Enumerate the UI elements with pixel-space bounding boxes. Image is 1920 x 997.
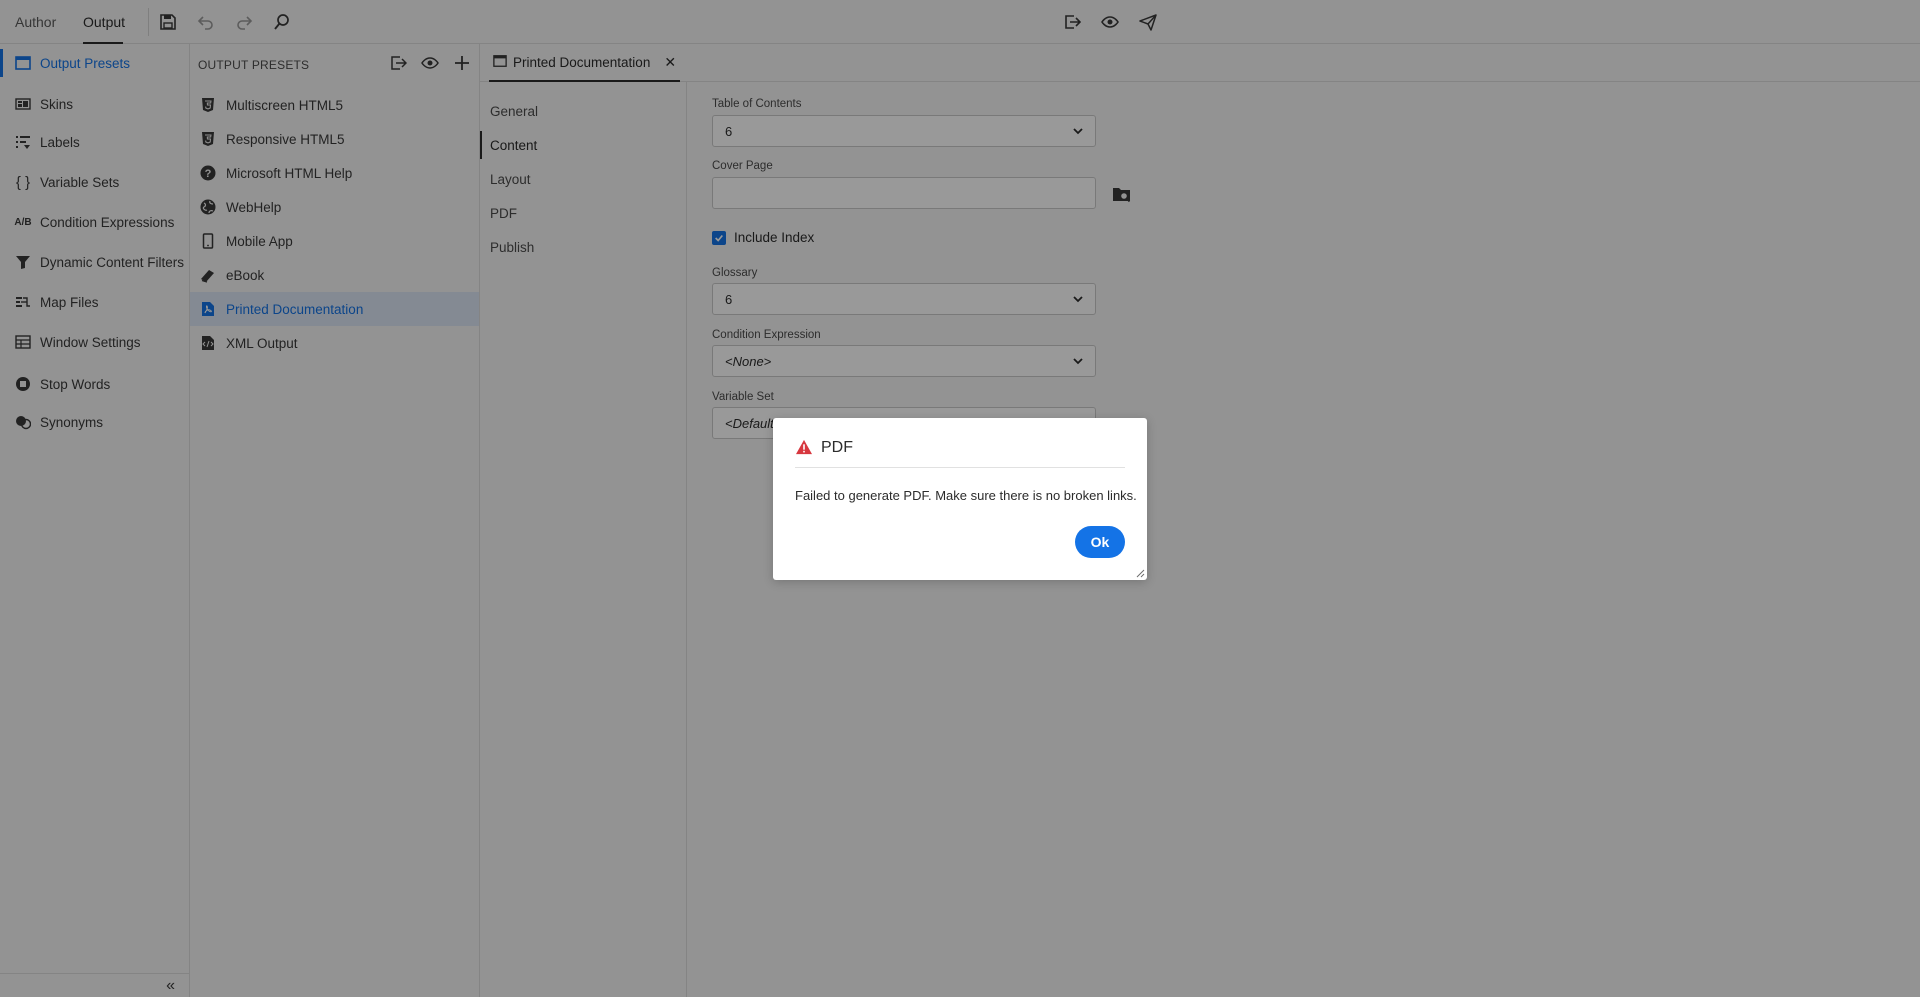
dialog-header: PDF (795, 438, 1125, 468)
dialog-title: PDF (821, 439, 853, 456)
warning-icon (796, 439, 812, 455)
dialog-message: Failed to generate PDF. Make sure there … (795, 488, 1137, 503)
pdf-error-dialog: PDF Failed to generate PDF. Make sure th… (773, 418, 1147, 580)
resize-grip-icon[interactable] (1135, 568, 1145, 578)
ok-button[interactable]: Ok (1075, 526, 1125, 558)
